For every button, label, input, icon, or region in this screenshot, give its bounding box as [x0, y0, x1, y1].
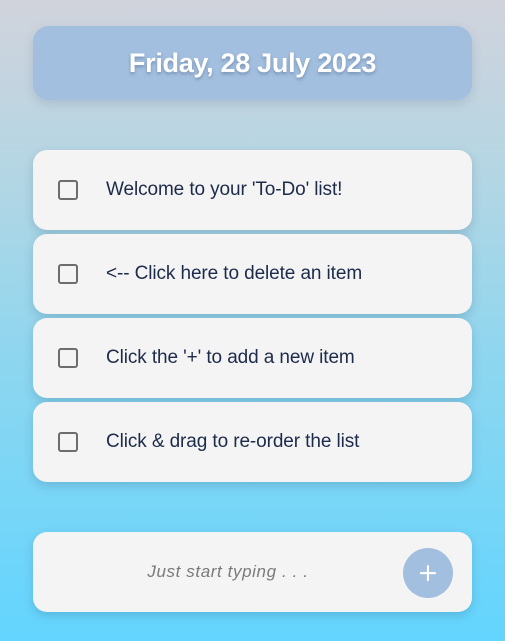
todo-item[interactable]: <-- Click here to delete an item	[33, 234, 472, 314]
new-item-bar: +	[33, 532, 472, 612]
todo-label: Click & drag to re-order the list	[106, 431, 360, 452]
date-title: Friday, 28 July 2023	[128, 47, 377, 78]
new-item-input[interactable]	[73, 552, 383, 592]
delete-checkbox[interactable]	[58, 264, 78, 284]
plus-icon: +	[417, 558, 439, 587]
todo-item[interactable]: Welcome to your 'To-Do' list!	[33, 150, 472, 230]
delete-checkbox[interactable]	[58, 432, 78, 452]
todo-item[interactable]: Click the '+' to add a new item	[33, 318, 472, 398]
todo-list: Welcome to your 'To-Do' list! <-- Click …	[33, 150, 472, 486]
date-header: Friday, 28 July 2023	[33, 26, 472, 100]
todo-label: Welcome to your 'To-Do' list!	[106, 179, 343, 200]
todo-label: Click the '+' to add a new item	[106, 347, 355, 368]
delete-checkbox[interactable]	[58, 180, 78, 200]
todo-item[interactable]: Click & drag to re-order the list	[33, 402, 472, 482]
todo-label: <-- Click here to delete an item	[106, 263, 363, 284]
delete-checkbox[interactable]	[58, 348, 78, 368]
add-item-button[interactable]: +	[403, 548, 453, 598]
